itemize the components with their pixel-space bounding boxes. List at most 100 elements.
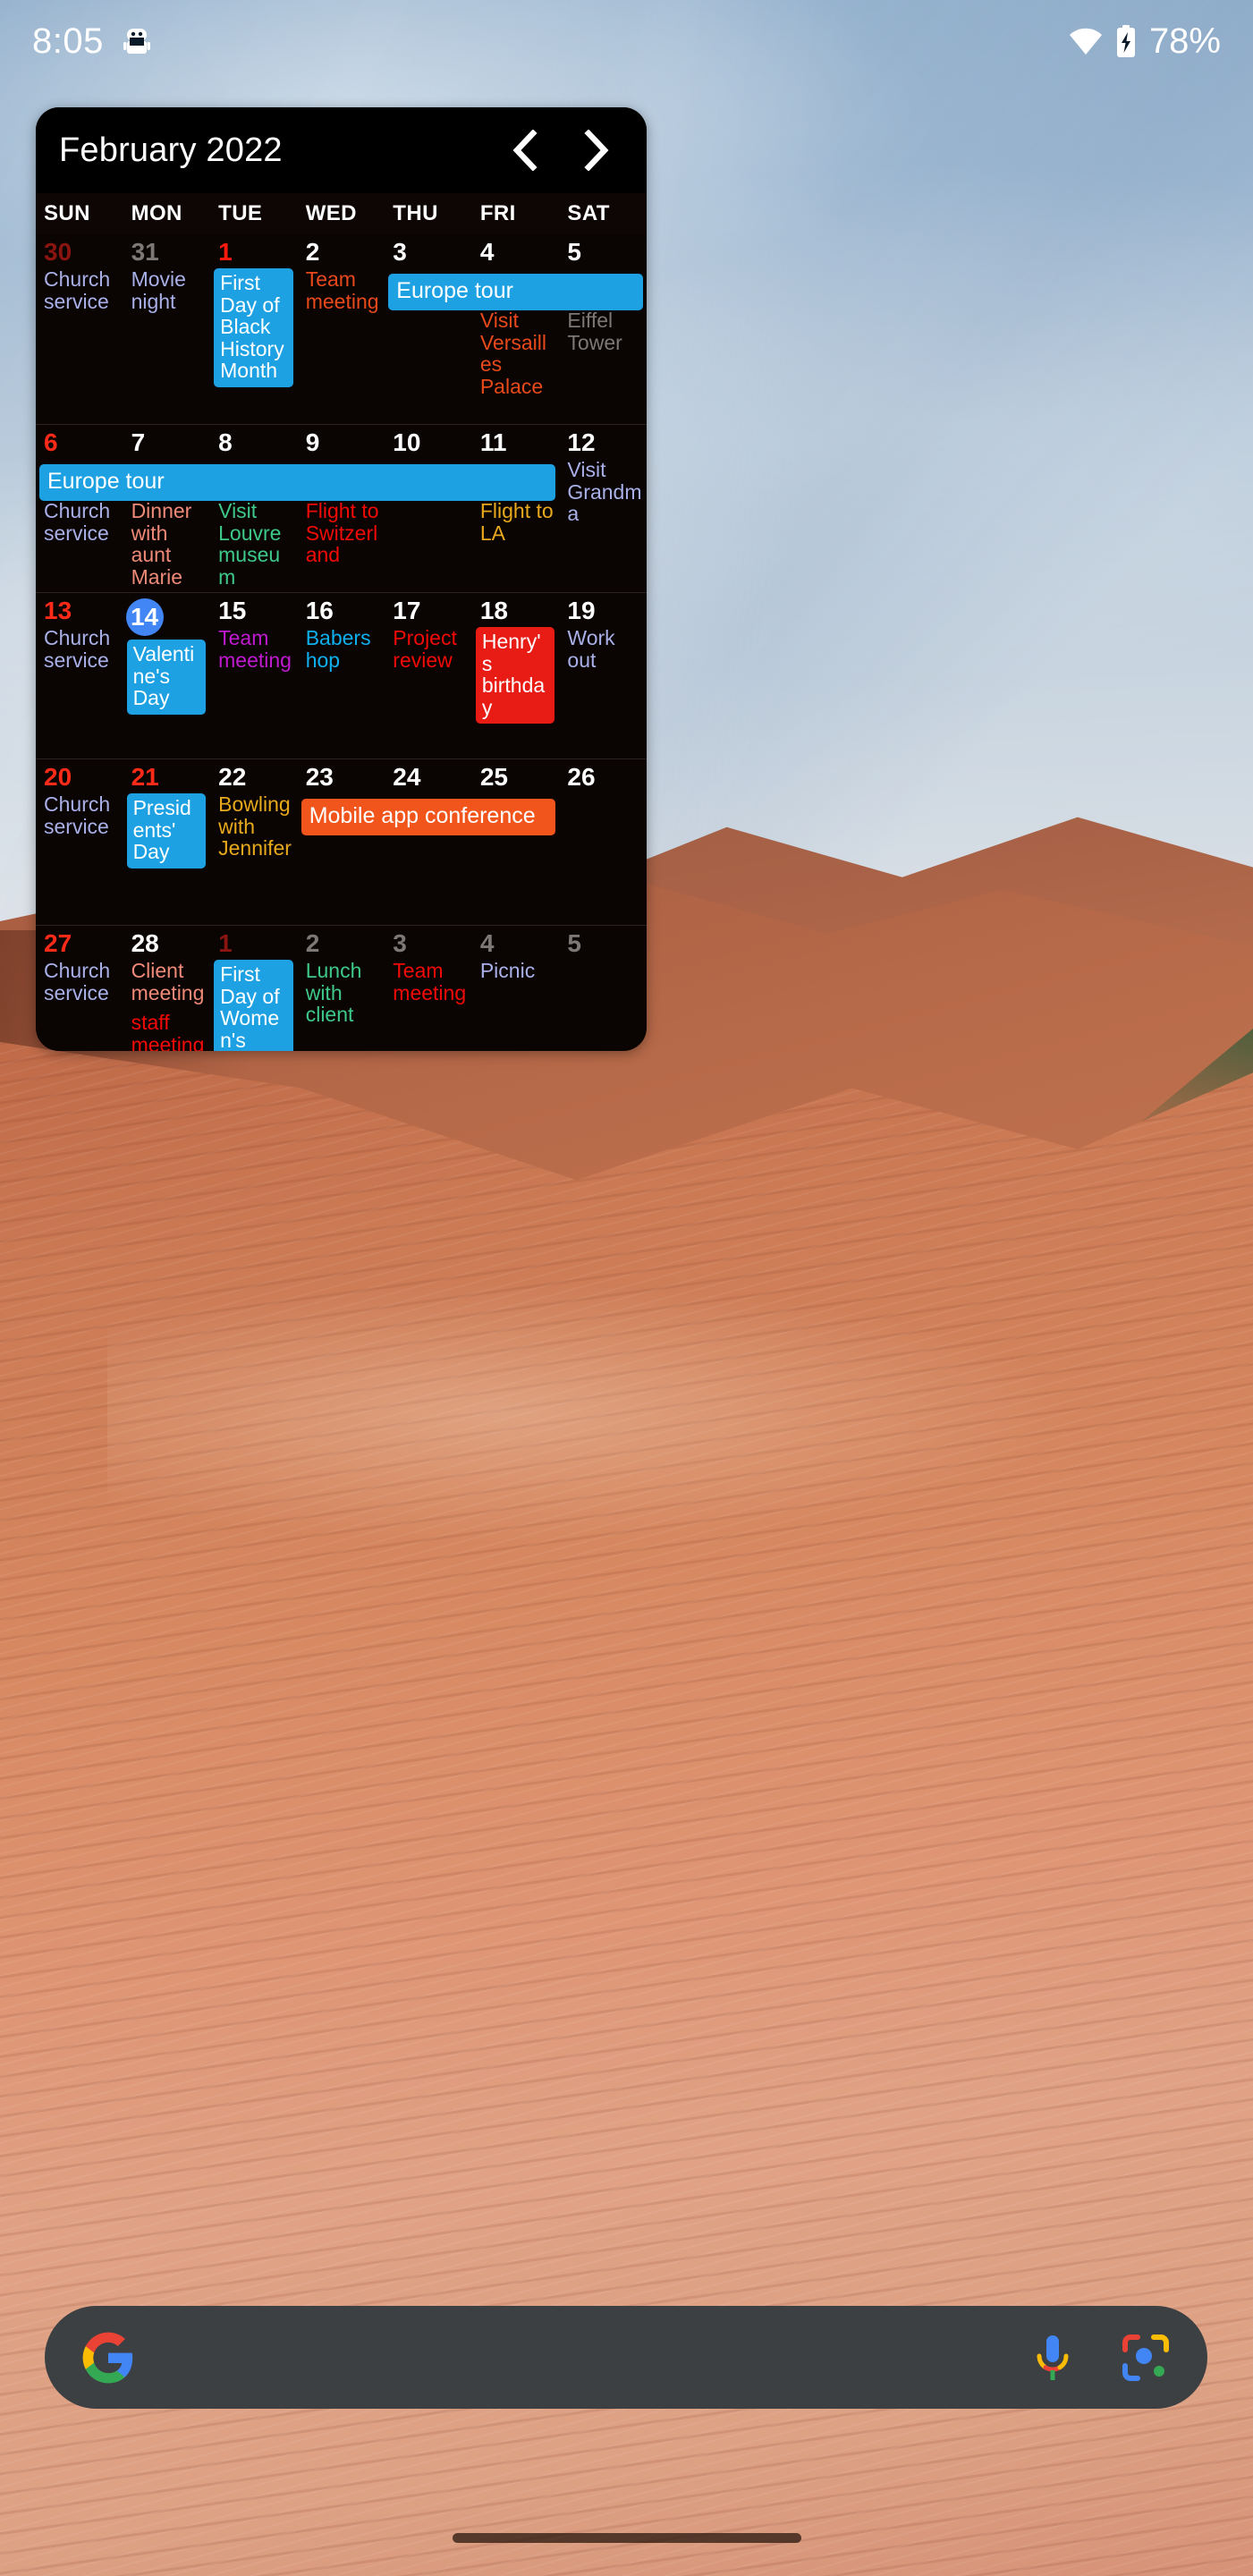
day-cell[interactable]: 16 Babershop	[298, 593, 385, 758]
event-label[interactable]: Visit Louvre museum	[210, 500, 298, 589]
event-label[interactable]: Flight to Switzerland	[298, 500, 385, 566]
day-cell[interactable]: 5 Eiffel Tower	[559, 234, 647, 424]
event-label[interactable]: Bowling with Jennifer	[210, 793, 298, 860]
gesture-navigation-pill[interactable]	[452, 2533, 801, 2543]
day-cell[interactable]: 30 Church service	[36, 234, 123, 424]
status-bar: 8:05 78%	[0, 0, 1253, 82]
event-label[interactable]: Work out	[559, 627, 647, 671]
day-number: 14	[125, 598, 164, 636]
multi-day-event-bar[interactable]: Mobile app conference	[301, 799, 556, 835]
google-search-bar[interactable]	[45, 2306, 1207, 2409]
day-cell[interactable]: 18 Henry's birthday	[472, 593, 560, 758]
event-label[interactable]: Church service	[36, 793, 123, 837]
day-cell[interactable]: 31 Movie night	[123, 234, 211, 424]
day-cell[interactable]: 27 Church service	[36, 926, 123, 1051]
multi-day-event-bar[interactable]: Europe tour	[39, 464, 556, 501]
google-lens-icon[interactable]	[1122, 2334, 1170, 2382]
event-label[interactable]: Flight to LA	[472, 500, 560, 544]
event-label[interactable]: Church service	[36, 627, 123, 671]
day-cell[interactable]: 4 Picnic	[472, 926, 560, 1051]
day-number: 2	[305, 238, 320, 266]
day-cell[interactable]: 10	[385, 425, 472, 596]
multi-day-event-bar[interactable]: Europe tour	[388, 274, 643, 310]
day-number: 31	[131, 238, 159, 266]
day-cell[interactable]: 1 First Day of Women's History Month	[210, 926, 298, 1051]
event-label[interactable]: Visit Grandma	[559, 459, 647, 525]
day-number: 16	[305, 597, 334, 624]
day-cell[interactable]: 25	[472, 759, 560, 925]
day-cell[interactable]: 21 Presidents' Day	[123, 759, 211, 925]
event-label[interactable]: Client meeting	[123, 960, 211, 1004]
day-cell[interactable]: 6 Church service	[36, 425, 123, 596]
day-number: 17	[393, 597, 421, 624]
event-label[interactable]: Babershop	[298, 627, 385, 671]
event-label[interactable]: Church service	[36, 500, 123, 544]
status-bar-right: 78%	[1069, 21, 1221, 62]
day-cell[interactable]: 2 Team meeting	[298, 234, 385, 424]
day-cell[interactable]: 23	[298, 759, 385, 925]
day-cell[interactable]: 12 Visit Grandma	[559, 425, 647, 596]
day-cell[interactable]: 22 Bowling with Jennifer	[210, 759, 298, 925]
day-number: 15	[218, 597, 247, 624]
day-cell[interactable]: 17 Project review	[385, 593, 472, 758]
day-number: 1	[218, 238, 233, 266]
microphone-icon[interactable]	[1030, 2332, 1075, 2384]
battery-percent-label: 78%	[1148, 21, 1221, 61]
event-label[interactable]: Lunch with client	[298, 960, 385, 1026]
calendar-week-row: 20 Church service 21 Presidents' Day 22 Bowli…	[36, 758, 647, 925]
event-label[interactable]: Church service	[36, 268, 123, 312]
calendar-widget[interactable]: February 2022 SUN MON TUE WED THU FRI SAT 30 Ch…	[36, 107, 647, 1051]
day-number: 28	[131, 929, 159, 957]
calendar-nav-controls	[505, 130, 625, 171]
day-cell[interactable]: 26	[559, 759, 647, 925]
day-number: 30	[44, 238, 72, 266]
day-number: 1	[218, 929, 233, 957]
day-cell[interactable]: 3	[385, 234, 472, 424]
calendar-week-row: 30 Church service 31 Movie night 1 First Day …	[36, 234, 647, 424]
day-cell[interactable]: 8 Visit Louvre museum	[210, 425, 298, 596]
event-chip[interactable]: First Day of Black History Month	[214, 268, 293, 388]
day-cell[interactable]: 19 Work out	[559, 593, 647, 758]
battery-charging-icon	[1115, 25, 1137, 57]
search-bar-actions	[1030, 2332, 1170, 2384]
event-chip[interactable]: First Day of Women's History Month	[214, 960, 293, 1051]
next-month-button[interactable]	[577, 130, 616, 171]
day-cell[interactable]: 4 Visit Versailles Palace	[472, 234, 560, 424]
calendar-week-row: 13 Church service 14 Valentine's Day 15 Team …	[36, 592, 647, 758]
event-chip[interactable]: Presidents' Day	[126, 793, 207, 869]
day-cell[interactable]: 9 Flight to Switzerland	[298, 425, 385, 596]
day-number: 2	[305, 929, 320, 957]
event-label[interactable]: Eiffel Tower	[559, 309, 647, 353]
day-number: 11	[479, 428, 507, 456]
event-label[interactable]: Project review	[385, 627, 472, 671]
day-cell[interactable]: 1 First Day of Black History Month	[210, 234, 298, 424]
event-label[interactable]: Dinner with aunt Marie	[123, 500, 211, 589]
day-cell[interactable]: 15 Team meeting	[210, 593, 298, 758]
event-label[interactable]: Visit Versailles Palace	[472, 309, 560, 398]
day-cell[interactable]: 5	[559, 926, 647, 1051]
status-clock: 8:05	[32, 21, 104, 61]
day-cell[interactable]: 24	[385, 759, 472, 925]
day-cell[interactable]: 20 Church service	[36, 759, 123, 925]
event-label[interactable]: Team meeting	[385, 960, 472, 1004]
event-chip[interactable]: Valentine's Day	[126, 640, 207, 715]
day-header-sat: SAT	[567, 201, 610, 225]
event-label[interactable]: Picnic	[472, 960, 560, 982]
day-number: 21	[131, 763, 159, 791]
day-number: 3	[393, 929, 407, 957]
day-cell[interactable]: 13 Church service	[36, 593, 123, 758]
day-number: 5	[567, 929, 581, 957]
day-cell[interactable]: 11 Flight to LA	[472, 425, 560, 596]
event-label[interactable]: Church service	[36, 960, 123, 1004]
day-cell[interactable]: 7 Dinner with aunt Marie	[123, 425, 211, 596]
day-cell[interactable]: 28 Client meeting staff meeting	[123, 926, 211, 1052]
event-label[interactable]: Movie night	[123, 268, 211, 312]
day-cell[interactable]: 14 Valentine's Day	[123, 593, 211, 758]
previous-month-button[interactable]	[505, 130, 545, 171]
day-cell[interactable]: 3 Team meeting	[385, 926, 472, 1051]
day-cell[interactable]: 2 Lunch with client	[298, 926, 385, 1051]
event-label[interactable]: Team meeting	[210, 627, 298, 671]
event-label[interactable]: staff meeting	[123, 1012, 211, 1051]
event-label[interactable]: Team meeting	[298, 268, 385, 312]
event-chip[interactable]: Henry's birthday	[475, 627, 555, 724]
